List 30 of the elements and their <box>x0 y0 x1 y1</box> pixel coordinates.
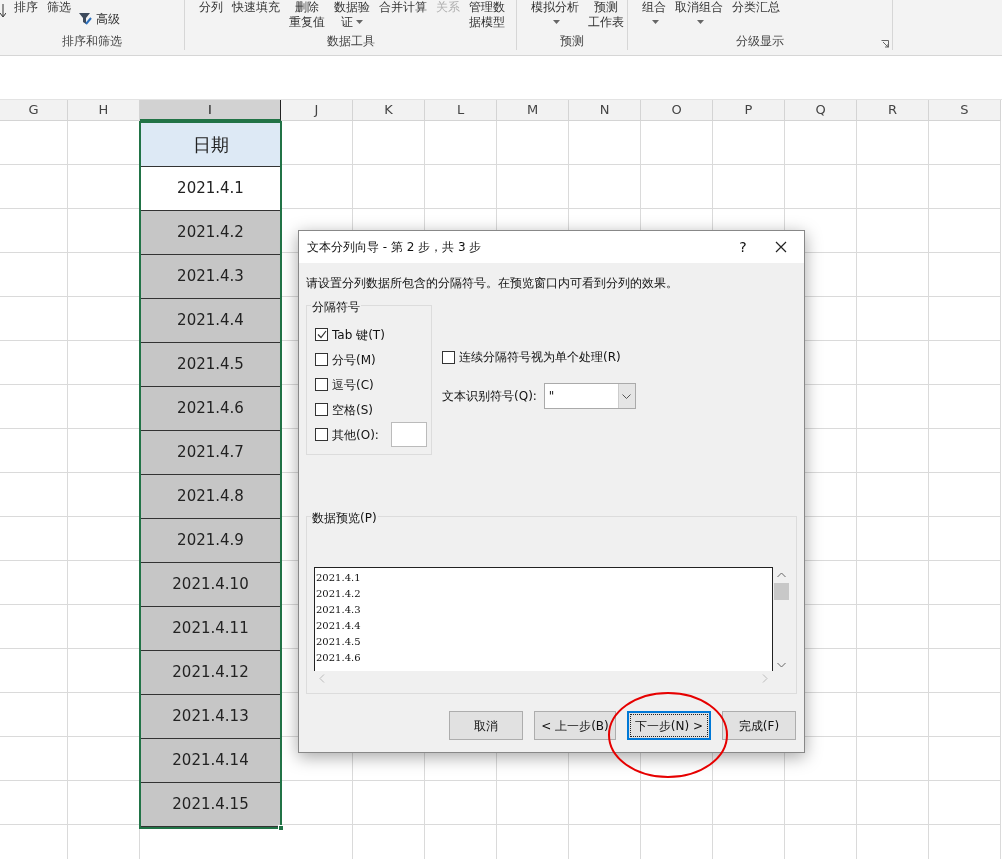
instruction-text: 请设置分列数据所包含的分隔符号。在预览窗口内可看到分列的效果。 <box>306 275 679 292</box>
preview-line: 2021.4.3 <box>315 603 362 617</box>
preview-line: 2021.4.6 <box>315 651 362 665</box>
table-cell: 2021.4.6 <box>141 387 280 431</box>
table-cell: 2021.4.3 <box>141 255 280 299</box>
table-cell: 2021.4.5 <box>141 343 280 387</box>
table-cell: 2021.4.9 <box>141 519 280 563</box>
table-cell: 2021.4.10 <box>141 563 280 607</box>
group-label: 排序和筛选 <box>62 33 122 50</box>
table-cell: 2021.4.14 <box>141 739 280 783</box>
table-cell: 2021.4.11 <box>141 607 280 651</box>
group-label: 预测 <box>560 33 584 50</box>
table-cell: 2021.4.2 <box>141 211 280 255</box>
table-cell: 2021.4.4 <box>141 299 280 343</box>
table-cell: 2021.4.8 <box>141 475 280 519</box>
table-cell: 2021.4.7 <box>141 431 280 475</box>
group-legend: 数据预览(P) <box>311 509 378 527</box>
preview-line: 2021.4.2 <box>315 587 362 601</box>
group-label: 数据工具 <box>326 33 375 50</box>
group-legend: 分隔符号 <box>311 298 361 316</box>
table-cell: 2021.4.12 <box>141 651 280 695</box>
qualifier-label: 文本识别符号(Q): <box>442 388 537 405</box>
preview-line: 2021.4.4 <box>315 619 362 633</box>
preview-line: 2021.4.1 <box>315 571 362 585</box>
table-cell: 2021.4.13 <box>141 695 280 739</box>
preview-line: 2021.4.5 <box>315 635 362 649</box>
window-title: 文本分列向导 - 第 2 步，共 3 步 <box>307 239 483 256</box>
table-cell: 2021.4.15 <box>141 783 280 827</box>
header-cell: 日期 <box>141 123 280 167</box>
group-label: 分级显示 <box>736 33 784 50</box>
